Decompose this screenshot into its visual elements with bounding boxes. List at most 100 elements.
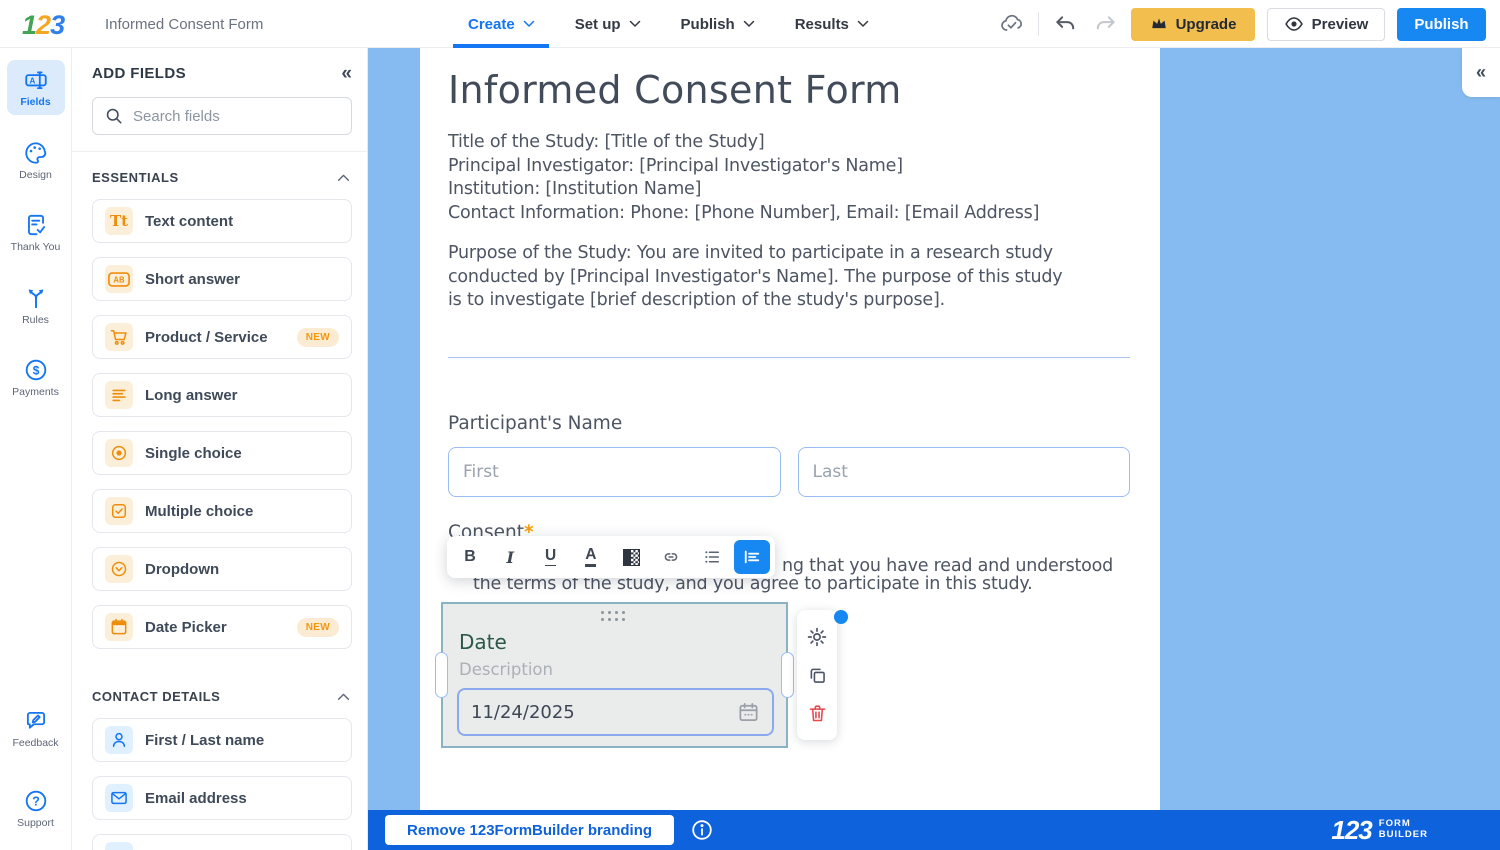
branch-icon xyxy=(23,285,49,311)
duplicate-button[interactable] xyxy=(805,663,829,687)
question-circle-icon: ? xyxy=(23,788,49,814)
form-canvas: Informed Consent Form Title of the Study… xyxy=(368,48,1500,850)
preview-button[interactable]: Preview xyxy=(1267,8,1385,41)
align-left-button[interactable] xyxy=(734,540,770,574)
field-card-partial[interactable] xyxy=(92,834,352,850)
drag-handle-icon[interactable] xyxy=(601,611,629,625)
chevron-up-icon xyxy=(337,173,350,182)
form-heading[interactable]: Informed Consent Form xyxy=(448,68,1130,112)
remove-branding-button[interactable]: Remove 123FormBuilder branding xyxy=(385,815,674,845)
section-divider xyxy=(448,357,1130,358)
upgrade-button[interactable]: Upgrade xyxy=(1131,8,1255,41)
undo-icon[interactable] xyxy=(1051,10,1079,38)
document-check-icon xyxy=(23,212,49,238)
dollar-circle-icon: $ xyxy=(23,357,49,383)
short-answer-icon: AB xyxy=(105,265,133,293)
rail-item-feedback[interactable]: Feedback xyxy=(7,701,65,756)
chevron-down-icon xyxy=(857,20,869,28)
field-card-multiple-choice[interactable]: Multiple choice xyxy=(92,489,352,533)
field-card-dropdown[interactable]: Dropdown xyxy=(92,547,352,591)
text-color-button[interactable]: A xyxy=(573,540,609,574)
new-badge: NEW xyxy=(297,618,339,637)
copy-icon xyxy=(807,665,828,686)
resize-handle-left[interactable] xyxy=(435,652,448,698)
date-field-block[interactable]: Date Description 11/24/2025 xyxy=(441,602,788,748)
checkbox-icon xyxy=(105,497,133,525)
highlight-icon xyxy=(623,549,640,566)
radio-icon xyxy=(105,439,133,467)
consent-text-line1: ng that you have read and understood xyxy=(782,556,1113,576)
calendar-icon xyxy=(105,613,133,641)
field-card-email-address[interactable]: Email address xyxy=(92,776,352,820)
cloud-saved-icon xyxy=(998,10,1026,38)
field-card-short-answer[interactable]: AB Short answer xyxy=(92,257,352,301)
chevron-down-icon xyxy=(743,20,755,28)
fields-icon: A xyxy=(23,67,49,93)
form-title-breadcrumb: Informed Consent Form xyxy=(105,16,263,33)
rail-item-thank-you[interactable]: Thank You xyxy=(7,205,65,260)
left-rail: A Fields Design Thank You Rules $ Paymen… xyxy=(0,48,72,850)
info-icon[interactable] xyxy=(690,818,714,842)
participant-name-label[interactable]: Participant's Name xyxy=(448,413,1130,434)
section-contact-details[interactable]: CONTACT DETAILS xyxy=(92,689,350,704)
branding-bar: Remove 123FormBuilder branding 123 FORMB… xyxy=(368,810,1500,850)
gear-icon xyxy=(806,626,828,648)
search-fields-input[interactable] xyxy=(133,108,339,125)
rail-item-fields[interactable]: A Fields xyxy=(7,60,65,115)
nav-publish[interactable]: Publish xyxy=(681,0,755,48)
svg-text:$: $ xyxy=(32,364,39,378)
settings-button[interactable] xyxy=(805,625,829,649)
rich-text-toolbar: B I U A xyxy=(447,536,775,578)
new-badge: NEW xyxy=(297,328,339,347)
field-card-date-picker[interactable]: Date Picker NEW xyxy=(92,605,352,649)
collapse-panel-icon[interactable]: « xyxy=(341,64,352,83)
trash-icon xyxy=(807,703,828,724)
field-card-long-answer[interactable]: Long answer xyxy=(92,373,352,417)
date-field-label[interactable]: Date xyxy=(459,630,507,654)
long-answer-icon xyxy=(105,381,133,409)
field-card-product-service[interactable]: Product / Service NEW xyxy=(92,315,352,359)
link-button[interactable] xyxy=(653,540,689,574)
field-card-text-content[interactable]: Tt Text content xyxy=(92,199,352,243)
highlight-button[interactable] xyxy=(613,540,649,574)
cart-icon xyxy=(105,323,133,351)
last-name-input[interactable] xyxy=(798,447,1131,497)
field-card-first-last-name[interactable]: First / Last name xyxy=(92,718,352,762)
underline-button[interactable]: U xyxy=(533,540,569,574)
rail-item-payments[interactable]: $ Payments xyxy=(7,350,65,405)
divider xyxy=(72,151,367,152)
date-input[interactable]: 11/24/2025 xyxy=(457,688,774,736)
delete-button[interactable] xyxy=(805,701,829,725)
italic-button[interactable]: I xyxy=(492,540,528,574)
field-actions-card xyxy=(797,610,837,740)
app-logo[interactable]: 123 xyxy=(22,10,64,41)
bold-button[interactable]: B xyxy=(452,540,488,574)
form-page: Informed Consent Form Title of the Study… xyxy=(420,48,1160,810)
first-name-input[interactable] xyxy=(448,447,781,497)
date-field-description[interactable]: Description xyxy=(459,660,553,679)
rail-item-rules[interactable]: Rules xyxy=(7,278,65,333)
section-essentials[interactable]: ESSENTIALS xyxy=(92,170,350,185)
chevron-down-icon xyxy=(523,20,535,28)
contact-field-icon xyxy=(105,842,133,850)
svg-text:?: ? xyxy=(32,795,40,809)
nav-set-up[interactable]: Set up xyxy=(575,0,641,48)
rail-item-support[interactable]: ? Support xyxy=(7,781,65,836)
form-purpose-text[interactable]: Purpose of the Study: You are invited to… xyxy=(448,242,1130,313)
bullet-list-button[interactable] xyxy=(694,540,730,574)
align-left-icon xyxy=(742,547,762,567)
main-nav: Create Set up Publish Results xyxy=(468,0,869,48)
chevron-up-icon xyxy=(337,692,350,701)
nav-create[interactable]: Create xyxy=(468,0,535,48)
resize-handle-right[interactable] xyxy=(781,652,794,698)
text-content-icon: Tt xyxy=(105,207,133,235)
nav-results[interactable]: Results xyxy=(795,0,869,48)
form-intro-text[interactable]: Title of the Study: [Title of the Study]… xyxy=(448,131,1130,225)
publish-button[interactable]: Publish xyxy=(1397,8,1486,41)
search-fields-box[interactable] xyxy=(92,97,352,135)
expand-right-panel-button[interactable]: « xyxy=(1462,48,1500,97)
rail-bottom: Feedback ? Support xyxy=(7,701,65,836)
bullet-list-icon xyxy=(702,547,722,567)
field-card-single-choice[interactable]: Single choice xyxy=(92,431,352,475)
rail-item-design[interactable]: Design xyxy=(7,133,65,188)
